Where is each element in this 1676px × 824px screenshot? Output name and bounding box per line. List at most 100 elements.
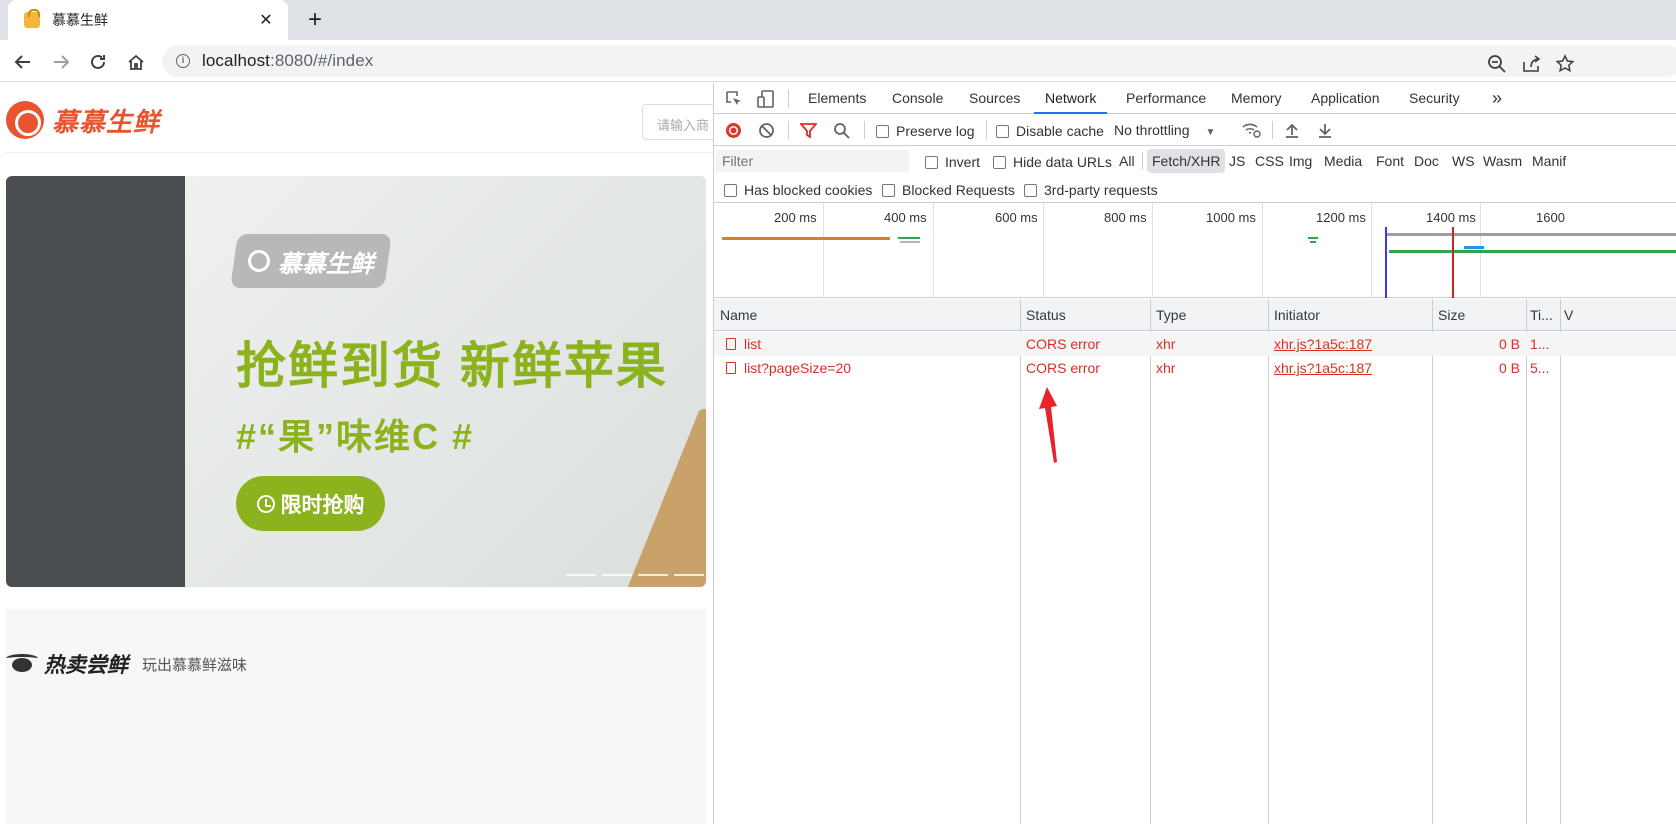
type-filter-font[interactable]: Font [1374, 149, 1406, 173]
type-filter-ws[interactable]: WS [1450, 149, 1477, 173]
timeline-tick: 1400 ms [1426, 210, 1476, 225]
column-initiator[interactable]: Initiator [1268, 299, 1432, 331]
home-button[interactable] [123, 49, 149, 75]
request-size: 0 B [1498, 360, 1520, 376]
request-name-cell[interactable]: list [720, 332, 1020, 356]
more-tabs-button[interactable]: » [1492, 83, 1502, 114]
carousel-dot[interactable] [638, 574, 668, 576]
carousel-dot[interactable] [602, 574, 632, 576]
zoom-out-icon[interactable] [1487, 54, 1507, 74]
checkbox-box[interactable] [724, 183, 737, 197]
type-filter-doc[interactable]: Doc [1412, 149, 1441, 173]
back-button[interactable] [10, 49, 36, 75]
url-host: localhost [202, 51, 270, 70]
tab-network[interactable]: Network [1034, 83, 1108, 114]
record-button[interactable] [726, 123, 741, 138]
tab-console[interactable]: Console [892, 83, 943, 114]
network-toolbar: Preserve log Disable cache No throttling… [714, 114, 1676, 146]
column-type[interactable]: Type [1150, 299, 1268, 331]
inspect-element-icon[interactable] [724, 89, 744, 109]
flash-sale-button[interactable]: 限时抢购 [236, 476, 385, 531]
browser-toolbar: i localhost:8080/#/index [0, 40, 1676, 82]
column-status[interactable]: Status [1020, 299, 1150, 331]
third-party-checkbox[interactable]: 3rd-party requests [1024, 182, 1158, 198]
export-har-icon[interactable] [1317, 122, 1333, 138]
request-initiator-link[interactable]: xhr.js?1a5c:187 [1268, 332, 1432, 356]
forward-button[interactable] [48, 49, 74, 75]
timeline-bar-queued [900, 241, 920, 243]
hero-banner[interactable]: 慕慕生鲜 抢鲜到货 新鲜苹果 #“果”味维C # 限时抢购 [6, 176, 706, 587]
tab-application[interactable]: Application [1311, 83, 1380, 114]
column-time[interactable]: Ti... [1526, 299, 1560, 331]
type-filter-wasm[interactable]: Wasm [1481, 149, 1524, 173]
table-row[interactable]: list CORS error xhr xhr.js?1a5c:187 0 B … [714, 332, 1676, 356]
type-filter-css[interactable]: CSS [1253, 149, 1286, 173]
timeline-gridline [823, 203, 824, 298]
checkbox-box[interactable] [1024, 183, 1037, 197]
browser-tab[interactable]: 慕慕生鲜 ✕ [8, 0, 288, 40]
request-initiator-link[interactable]: xhr.js?1a5c:187 [1268, 356, 1432, 380]
timeline-gridline [1152, 203, 1153, 298]
type-filter-media[interactable]: Media [1322, 149, 1364, 173]
search-icon[interactable] [833, 122, 850, 139]
bookmark-star-icon[interactable] [1555, 54, 1575, 74]
column-size[interactable]: Size [1432, 299, 1526, 331]
site-logo[interactable]: 慕慕生鲜 [6, 101, 160, 139]
checkbox-box[interactable] [876, 124, 889, 138]
checkbox-box[interactable] [996, 124, 1009, 138]
tab-sources[interactable]: Sources [969, 83, 1020, 114]
type-filter-fetch-xhr[interactable]: Fetch/XHR [1147, 149, 1226, 173]
tab-close-button[interactable]: ✕ [256, 10, 276, 30]
hide-data-urls-checkbox[interactable]: Hide data URLs [993, 154, 1112, 170]
import-har-icon[interactable] [1284, 122, 1300, 138]
column-name[interactable]: Name [714, 299, 1020, 331]
arrow-right-icon [54, 55, 70, 69]
info-icon[interactable]: i [176, 54, 190, 68]
filter-input[interactable] [716, 150, 909, 172]
clear-icon[interactable] [758, 122, 775, 139]
blocked-requests-checkbox[interactable]: Blocked Requests [882, 182, 1015, 198]
address-bar[interactable]: i localhost:8080/#/index [162, 45, 1676, 77]
device-toolbar-icon[interactable] [756, 89, 776, 109]
home-icon [128, 54, 144, 70]
timeline-gridline [1371, 203, 1372, 298]
timeline-bar-download [1389, 250, 1676, 253]
tab-memory[interactable]: Memory [1231, 83, 1282, 114]
column-waterfall[interactable]: V [1560, 299, 1600, 331]
url-text: localhost:8080/#/index [202, 51, 373, 71]
product-search-input[interactable]: 请输入商 [642, 104, 713, 140]
throttling-select[interactable]: No throttling ▼ [1114, 122, 1215, 138]
type-filter-js[interactable]: JS [1227, 149, 1247, 173]
table-row[interactable]: list?pageSize=20 CORS error xhr xhr.js?1… [714, 356, 1676, 380]
preserve-log-checkbox[interactable]: Preserve log [876, 123, 975, 139]
share-icon[interactable] [1521, 54, 1541, 74]
timeline-gridline [1262, 203, 1263, 298]
filter-icon[interactable] [800, 122, 817, 139]
timeline-tick: 400 ms [884, 210, 927, 225]
network-overview-timeline[interactable]: 200 ms 400 ms 600 ms 800 ms 1000 ms 1200… [714, 203, 1676, 298]
tab-security[interactable]: Security [1409, 83, 1460, 114]
checkbox-box[interactable] [925, 155, 938, 169]
tab-performance[interactable]: Performance [1126, 83, 1206, 114]
carousel-dot[interactable] [674, 574, 704, 576]
logo-mark-icon [6, 101, 44, 139]
type-filter-img[interactable]: Img [1287, 149, 1314, 173]
url-path: :8080/#/index [270, 51, 374, 70]
flash-sale-label: 限时抢购 [280, 493, 365, 517]
invert-checkbox[interactable]: Invert [925, 154, 980, 170]
filter-bar-secondary: Has blocked cookies Blocked Requests 3rd… [714, 176, 1676, 203]
has-blocked-cookies-checkbox[interactable]: Has blocked cookies [724, 182, 872, 198]
checkbox-box[interactable] [882, 183, 895, 197]
reload-button[interactable] [85, 49, 111, 75]
carousel-dot[interactable] [566, 574, 596, 576]
network-conditions-icon[interactable] [1241, 121, 1261, 139]
disable-cache-checkbox[interactable]: Disable cache [996, 123, 1104, 139]
tab-elements[interactable]: Elements [808, 83, 866, 114]
type-filter-all[interactable]: All [1117, 149, 1137, 173]
tab-title: 慕慕生鲜 [52, 12, 108, 28]
invert-label: Invert [945, 154, 981, 170]
request-name-cell[interactable]: list?pageSize=20 [720, 356, 1020, 380]
checkbox-box[interactable] [993, 155, 1006, 169]
type-filter-manifest[interactable]: Manif [1530, 149, 1568, 173]
new-tab-button[interactable]: + [302, 6, 328, 34]
